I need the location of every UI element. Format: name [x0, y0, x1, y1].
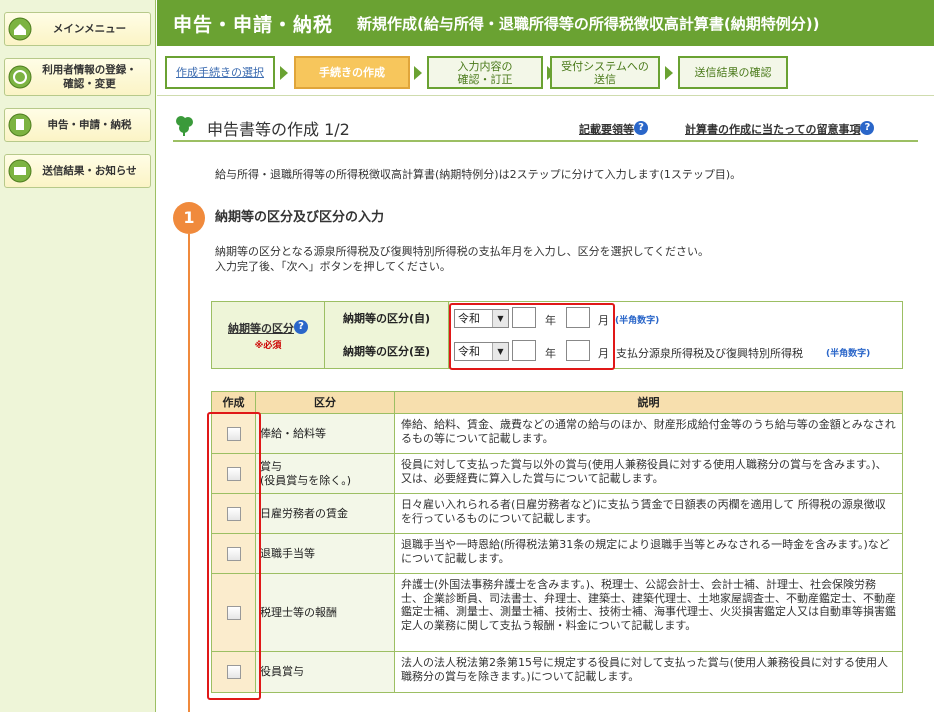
table-row: 退職手当等 退職手当や一時恩給(所得税法第31条の規定により退職手当等とみなされ…: [212, 534, 902, 574]
main-content: 申告書等の作成 1/2 記載要領等? 計算書の作成に当たっての留意事項? 給与所…: [157, 96, 934, 712]
document-icon: [8, 113, 32, 137]
description-cell: 日々雇い入れられる者(日雇労務者など)に支払う賃金で日額表の丙欄を適用して 所得…: [395, 494, 902, 533]
table-row: 日雇労務者の賃金 日々雇い入れられる者(日雇労務者など)に支払う賃金で日額表の丙…: [212, 494, 902, 534]
hint-text: (半角数字): [615, 316, 660, 326]
step-create: 手続きの作成: [294, 56, 410, 89]
step-send: 受付システムへの 送信: [550, 56, 660, 89]
step-number-badge: 1: [173, 202, 205, 234]
table-header: 作成 区分 説明: [212, 392, 902, 414]
period-to-label: 納期等の区分(至): [325, 335, 449, 368]
sidebar-item-label: 申告・申請・納税: [47, 119, 132, 131]
mail-icon: [8, 159, 32, 183]
step-title: 納期等の区分及び区分の入力: [215, 210, 385, 225]
period-label-text: 納期等の区分: [228, 322, 294, 335]
sidebar-item-label: 利用者情報の登録・ 確認・変更: [42, 64, 137, 90]
header-subtitle: 新規作成(給与所得・退職所得等の所得税徴収高計算書(納期特例分)): [357, 14, 820, 33]
header-title: 申告・申請・納税: [173, 13, 334, 36]
col-header-description: 説明: [637, 396, 660, 409]
notes-link[interactable]: 計算書の作成に当たっての留意事項?: [685, 121, 875, 137]
period-from-label: 納期等の区分(自): [325, 302, 449, 335]
step-arrow-icon: [280, 66, 288, 80]
title-row: 申告書等の作成 1/2 記載要領等? 計算書の作成に当たっての留意事項?: [173, 112, 918, 142]
category-cell: 退職手当等: [256, 534, 395, 573]
category-cell: 役員賞与: [256, 652, 395, 692]
description-cell: 弁護士(外国法事務弁護士を含みます。)、税理士、公認会計士、会計士補、計理士、社…: [395, 574, 902, 651]
notes-link-label: 計算書の作成に当たっての留意事項: [685, 123, 861, 136]
page-title: 申告書等の作成 1/2: [207, 120, 350, 139]
sidebar-item-label: 送信結果・お知らせ: [42, 165, 137, 177]
step-result: 送信結果の確認: [678, 56, 788, 89]
help-icon: ?: [860, 121, 875, 135]
page-header: 申告・申請・納税 新規作成(給与所得・退職所得等の所得税徴収高計算書(納期特例分…: [157, 0, 934, 46]
guide-link-label: 記載要領等: [579, 123, 634, 136]
category-cell: 賞与 (役員賞与を除く。): [256, 454, 395, 493]
help-icon: ?: [634, 121, 648, 135]
hint-text: (半角数字): [826, 349, 871, 359]
period-label-cell: 納期等の区分? ※必須: [212, 302, 325, 368]
description-cell: 俸給、給料、賃金、歳費などの通常の給与のほか、財産形成給付金等のうち給与等の金額…: [395, 414, 902, 453]
category-table: 作成 区分 説明 俸給・給料等 俸給、給料、賃金、歳費などの通常の給与のほか、財…: [211, 391, 903, 693]
required-mark: ※必須: [254, 341, 282, 351]
step-arrow-icon: [414, 66, 422, 80]
step-arrow-icon: [665, 66, 673, 80]
table-row: 役員賞与 法人の法人税法第2条第15号に規定する役員に対して支払った賞与(使用人…: [212, 652, 902, 692]
step-description: 納期等の区分となる源泉所得税及び復興特別所得税の支払年月を入力し、区分を選択して…: [215, 244, 709, 274]
sidebar-item-user-info[interactable]: 利用者情報の登録・ 確認・変更: [4, 58, 151, 96]
description-cell: 法人の法人税法第2条第15号に規定する役員に対して支払った賞与(使用人兼務役員に…: [395, 652, 902, 692]
sidebar-item-main-menu[interactable]: メインメニュー: [4, 12, 151, 46]
table-row: 賞与 (役員賞与を除く。) 役員に対して支払った賞与以外の賞与(使用人兼務役員に…: [212, 454, 902, 494]
period-to-note: 支払分源泉所得税及び復興特別所得税: [616, 347, 803, 360]
intro-text: 給与所得・退職所得等の所得税徴収高計算書(納期特例分)は2ステップに分けて入力し…: [215, 168, 742, 181]
description-cell: 役員に対して支払った賞与以外の賞与(使用人兼務役員に対する使用人職務分の賞与を含…: [395, 454, 902, 493]
step-line: [188, 234, 190, 712]
description-line: 入力完了後、「次へ」ボタンを押してください。: [215, 260, 451, 273]
description-line: 納期等の区分となる源泉所得税及び復興特別所得税の支払年月を入力し、区分を選択して…: [215, 245, 710, 258]
highlight-box: [207, 412, 261, 700]
help-icon: ?: [294, 320, 308, 334]
description-cell: 退職手当や一時恩給(所得税法第31条の規定により退職手当等とみなされる一時金を含…: [395, 534, 902, 573]
home-icon: [8, 17, 32, 41]
sidebar-item-label: メインメニュー: [52, 23, 127, 35]
col-header-category: 区分: [256, 392, 395, 413]
highlight-box: [449, 303, 615, 370]
sidebar: メインメニュー 利用者情報の登録・ 確認・変更 申告・申請・納税 送信結果・お知…: [0, 0, 156, 712]
step-confirm: 入力内容の 確認・訂正: [427, 56, 543, 89]
table-row: 税理士等の報酬 弁護士(外国法事務弁護士を含みます。)、税理士、公認会計士、会計…: [212, 574, 902, 652]
user-info-icon: [8, 65, 32, 89]
category-cell: 俸給・給料等: [256, 414, 395, 453]
step-progress: 作成手続きの選択 手続きの作成 入力内容の 確認・訂正 受付システムへの 送信 …: [157, 46, 934, 96]
category-cell: 日雇労務者の賃金: [256, 494, 395, 533]
step-selection[interactable]: 作成手続きの選択: [165, 56, 275, 89]
category-cell: 税理士等の報酬: [256, 574, 395, 651]
sidebar-item-results[interactable]: 送信結果・お知らせ: [4, 154, 151, 188]
guide-link[interactable]: 記載要領等?: [579, 121, 648, 137]
period-label[interactable]: 納期等の区分?: [212, 320, 324, 336]
sidebar-item-filing[interactable]: 申告・申請・納税: [4, 108, 151, 142]
clover-icon: [176, 116, 193, 136]
col-header-create: 作成: [212, 392, 256, 413]
table-row: 俸給・給料等 俸給、給料、賃金、歳費などの通常の給与のほか、財産形成給付金等のう…: [212, 414, 902, 454]
